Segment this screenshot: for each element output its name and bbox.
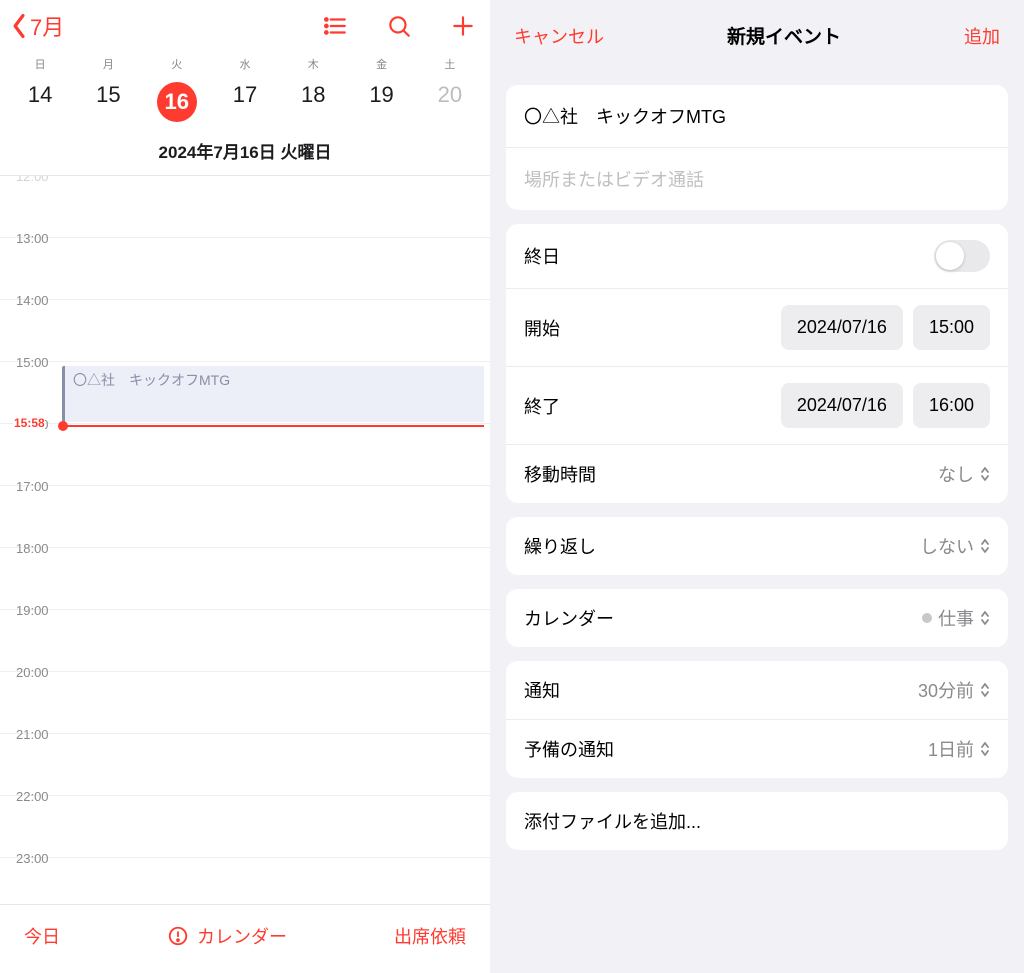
- alerts-group: 通知 30分前 予備の通知 1日前: [506, 661, 1008, 778]
- datetime-group: 終日 開始 2024/07/16 15:00 終了 2024/07/16 16:…: [506, 224, 1008, 503]
- weekday-label: 金: [347, 50, 415, 74]
- second-alert-value: 1日前: [928, 736, 990, 762]
- weekday-label: 火: [143, 50, 211, 74]
- hour-label: 15:00: [0, 353, 62, 414]
- inbox-button[interactable]: 出席依頼: [394, 923, 466, 949]
- unfold-icon: [980, 741, 990, 757]
- weekday-label: 日: [6, 50, 74, 74]
- hour-label: 22:00: [0, 787, 62, 848]
- date-cell[interactable]: 18: [279, 76, 347, 128]
- calendar-color-dot: [922, 613, 932, 623]
- unfold-icon: [980, 538, 990, 554]
- calendar-value: 仕事: [922, 605, 990, 631]
- alert-value: 30分前: [918, 677, 990, 703]
- start-label: 開始: [524, 315, 560, 341]
- cancel-button[interactable]: キャンセル: [514, 23, 604, 49]
- chevron-left-icon: [10, 13, 28, 39]
- search-icon[interactable]: [386, 13, 412, 39]
- date-cell[interactable]: 14: [6, 76, 74, 128]
- allday-row: 終日: [506, 224, 1008, 288]
- back-to-month-button[interactable]: 7月: [10, 10, 64, 42]
- end-pills: 2024/07/16 16:00: [781, 383, 990, 428]
- travel-label: 移動時間: [524, 461, 596, 487]
- alert-label: 通知: [524, 677, 560, 703]
- start-row: 開始 2024/07/16 15:00: [506, 288, 1008, 366]
- hour-label: 21:00: [0, 725, 62, 786]
- date-cell[interactable]: 20: [416, 76, 484, 128]
- weekday-row: 日 月 火 水 木 金 土: [0, 50, 490, 74]
- add-button[interactable]: 追加: [964, 23, 1000, 49]
- title-location-group: 〇△社 キックオフMTG 場所またはビデオ通話: [506, 85, 1008, 210]
- allday-switch[interactable]: [934, 240, 990, 272]
- date-cell-selected[interactable]: 16: [143, 76, 211, 128]
- calendar-row[interactable]: カレンダー 仕事: [506, 589, 1008, 647]
- repeat-label: 繰り返し: [524, 533, 596, 559]
- attachment-group: 添付ファイルを追加...: [506, 792, 1008, 850]
- list-view-icon[interactable]: [322, 13, 348, 39]
- add-attachment-row[interactable]: 添付ファイルを追加...: [506, 792, 1008, 850]
- repeat-group: 繰り返し しない: [506, 517, 1008, 575]
- weekday-label: 土: [416, 50, 484, 74]
- alert-circle-icon: [167, 925, 189, 947]
- today-button[interactable]: 今日: [24, 923, 60, 949]
- second-alert-row[interactable]: 予備の通知 1日前: [506, 719, 1008, 778]
- header-actions: [322, 13, 476, 39]
- start-time-picker[interactable]: 15:00: [913, 305, 990, 350]
- start-date-picker[interactable]: 2024/07/16: [781, 305, 903, 350]
- second-alert-label: 予備の通知: [524, 736, 614, 762]
- new-event-sheet: キャンセル 新規イベント 追加 〇△社 キックオフMTG 場所またはビデオ通話 …: [490, 0, 1024, 973]
- hour-label: 20:00: [0, 663, 62, 724]
- alert-row[interactable]: 通知 30分前: [506, 661, 1008, 719]
- hour-label: 14:00: [0, 291, 62, 352]
- sheet-title: 新規イベント: [727, 22, 841, 49]
- calendars-button[interactable]: カレンダー: [167, 923, 287, 949]
- event-title-field[interactable]: 〇△社 キックオフMTG: [506, 85, 1008, 147]
- calendar-group: カレンダー 仕事: [506, 589, 1008, 647]
- date-cell[interactable]: 15: [74, 76, 142, 128]
- end-row: 終了 2024/07/16 16:00: [506, 366, 1008, 444]
- unfold-icon: [980, 466, 990, 482]
- hour-label: 17:00: [0, 477, 62, 538]
- weekday-label: 水: [211, 50, 279, 74]
- travel-time-row[interactable]: 移動時間 なし: [506, 444, 1008, 503]
- unfold-icon: [980, 682, 990, 698]
- calendar-header: 7月: [0, 0, 490, 50]
- hour-label: 18:00: [0, 539, 62, 600]
- calendars-label: カレンダー: [197, 923, 287, 949]
- hour-label: 19:00: [0, 601, 62, 662]
- current-time-label: 15:58: [14, 416, 45, 430]
- end-date-picker[interactable]: 2024/07/16: [781, 383, 903, 428]
- back-month-label: 7月: [30, 10, 64, 42]
- date-row: 14 15 16 17 18 19 20: [0, 74, 490, 138]
- date-cell[interactable]: 17: [211, 76, 279, 128]
- add-attachment-label: 添付ファイルを追加...: [524, 808, 701, 834]
- hour-label: 12:00: [0, 175, 62, 228]
- schedule-timeline[interactable]: 12:00 13:00 14:00 15:00 16:00 17:00 18:0…: [0, 175, 490, 904]
- calendar-footer: 今日 カレンダー 出席依頼: [0, 904, 490, 973]
- location-field[interactable]: 場所またはビデオ通話: [506, 148, 722, 210]
- hour-label: 13:00: [0, 229, 62, 290]
- unfold-icon: [980, 610, 990, 626]
- sheet-header: キャンセル 新規イベント 追加: [490, 0, 1024, 71]
- end-label: 終了: [524, 393, 560, 419]
- hour-label: 23:00: [0, 849, 62, 904]
- start-pills: 2024/07/16 15:00: [781, 305, 990, 350]
- weekday-label: 月: [74, 50, 142, 74]
- travel-value: なし: [938, 461, 990, 487]
- date-cell[interactable]: 19: [347, 76, 415, 128]
- weekday-label: 木: [279, 50, 347, 74]
- calendar-day-view: 7月 日 月 火 水 木 金 土 14 15 16 17 18 19 20 20…: [0, 0, 490, 973]
- calendar-event[interactable]: 〇△社 キックオフMTG: [62, 366, 484, 422]
- repeat-value: しない: [920, 533, 990, 559]
- end-time-picker[interactable]: 16:00: [913, 383, 990, 428]
- repeat-row[interactable]: 繰り返し しない: [506, 517, 1008, 575]
- allday-label: 終日: [524, 243, 560, 269]
- add-event-icon[interactable]: [450, 13, 476, 39]
- calendar-label: カレンダー: [524, 605, 614, 631]
- selected-date-label: 2024年7月16日 火曜日: [0, 138, 490, 175]
- event-title: 〇△社 キックオフMTG: [73, 372, 230, 388]
